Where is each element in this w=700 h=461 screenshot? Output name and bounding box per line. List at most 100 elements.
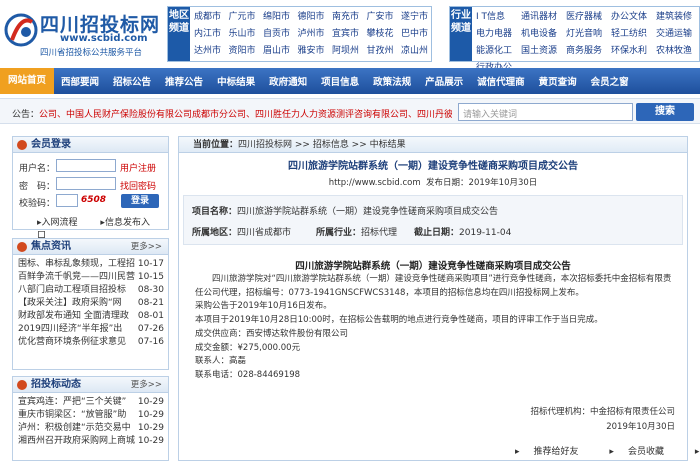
industry-link[interactable]: 环保水利: [611, 43, 656, 60]
list-item-date: 10-29: [137, 423, 164, 433]
notice-marquee[interactable]: 公告：公司、中国人民财产保险股份有限公司成都市分公司、四川胜任力人力资源测评咨询…: [12, 107, 452, 120]
industry-label: 所属行业：: [316, 228, 362, 238]
list-item-title: 泸州：积极创建“示范交易中: [18, 423, 131, 433]
join-label: 入网流程: [41, 218, 78, 228]
breadcrumb-label: 当前位置：: [193, 140, 239, 150]
close-link[interactable]: ▸关闭: [695, 447, 700, 457]
article-panel: 当前位置：四川招投标网 >> 招标信息 >> 中标结果 四川旅游学院站群系统（一…: [178, 136, 699, 461]
list-item[interactable]: 泸州：积极创建“示范交易中 10-29: [18, 422, 164, 435]
arrow-icon: ▸: [694, 447, 700, 457]
code-field[interactable]: [56, 194, 78, 207]
join-process-link[interactable]: ▸入网流程: [37, 218, 88, 228]
nav-item[interactable]: 会员之窗: [584, 74, 636, 88]
region-link[interactable]: 南充市: [332, 9, 367, 26]
region-link[interactable]: 广安市: [367, 9, 402, 26]
region-link[interactable]: 德阳市: [298, 9, 333, 26]
industry-link[interactable]: 能源化工: [476, 43, 521, 60]
list-item-title: 2019四川经济“半年报”出: [18, 324, 123, 334]
list-item-title: 百鲜争流千帆竞——四川民营: [18, 272, 136, 282]
list-item[interactable]: 百鲜争流千帆竞——四川民营 10-15: [18, 271, 164, 284]
region-link[interactable]: 广元市: [229, 9, 264, 26]
region-channel-label: 地区频道: [168, 7, 190, 61]
nav-item[interactable]: 项目信息: [314, 74, 366, 88]
login-button[interactable]: 登录: [121, 194, 159, 208]
username-field[interactable]: [56, 159, 116, 172]
industry-link[interactable]: 交通运输: [656, 26, 700, 43]
news-more-link[interactable]: 更多>>: [131, 239, 162, 255]
industry-link[interactable]: I T信息: [476, 9, 521, 26]
region-link[interactable]: 雅安市: [298, 43, 333, 60]
industry-link[interactable]: 机电设备: [521, 26, 566, 43]
industry-link[interactable]: 通讯器材: [521, 9, 566, 26]
industry-link[interactable]: 办公文体: [611, 9, 656, 26]
nav-item[interactable]: 中标结果: [210, 74, 262, 88]
notice-text: 公司、中国人民财产保险股份有限公司成都市分公司、四川胜任力人力资源测评咨询有限公…: [39, 110, 452, 120]
region-link[interactable]: 成都市: [194, 9, 229, 26]
article-source: http://www.scbid.com: [328, 178, 421, 188]
logo-subtitle: 四川省招投标公共服务平台: [40, 48, 143, 58]
nav-item[interactable]: 西部要闻: [54, 74, 106, 88]
list-item[interactable]: 2019四川经济“半年报”出 07-26: [18, 323, 164, 336]
list-item[interactable]: 财政部发布通知 全面清理政 08-01: [18, 310, 164, 323]
region-row: 所属地区：四川省成都市: [192, 225, 291, 238]
industry-link[interactable]: 建筑装修: [656, 9, 700, 26]
nav-item[interactable]: 诚信代理商: [470, 74, 532, 88]
nav-item[interactable]: 政府通知: [262, 74, 314, 88]
favorite-link[interactable]: ▸ 会员收藏: [609, 447, 678, 457]
project-name-label: 项目名称：: [192, 207, 238, 217]
industry-link[interactable]: 电力电器: [476, 26, 521, 43]
nav-item[interactable]: 推荐公告: [158, 74, 210, 88]
nav-item[interactable]: 政策法规: [366, 74, 418, 88]
industry-link[interactable]: 商务服务: [566, 43, 611, 60]
breadcrumb-path[interactable]: 四川招投标网 >> 招标信息 >> 中标结果: [238, 140, 406, 150]
region-link[interactable]: 泸州市: [298, 26, 333, 43]
region-link[interactable]: 资阳市: [229, 43, 264, 60]
nav-item[interactable]: 网站首页: [0, 68, 55, 94]
recommend-link[interactable]: ▸ 推荐给好友: [515, 447, 593, 457]
industry-link[interactable]: 国土资源: [521, 43, 566, 60]
region-link[interactable]: 达州市: [194, 43, 229, 60]
region-link[interactable]: 绵阳市: [263, 9, 298, 26]
region-link[interactable]: 巴中市: [401, 26, 436, 43]
region-link[interactable]: 内江市: [194, 26, 229, 43]
search-button[interactable]: 搜索: [636, 103, 694, 121]
forgot-password-link[interactable]: 找回密码: [120, 179, 156, 192]
list-item[interactable]: 围标、串标乱象频现，工程招 10-17: [18, 258, 164, 271]
list-item[interactable]: 八部门启动工程项目招投标 08-30: [18, 284, 164, 297]
nav-item[interactable]: 产品展示: [418, 74, 470, 88]
site-logo[interactable]: 四川招投标网 www.scbid.com 四川省招投标公共服务平台: [4, 6, 164, 58]
deadline-label: 截止日期：: [414, 228, 460, 238]
dyn-list: 宣宾鸡连：严把“三个关键” 10-29 重庆市铜梁区：“放管服”助 10-29 泸州：积…: [13, 393, 168, 448]
industry-link[interactable]: 轻工纺织: [611, 26, 656, 43]
region-link[interactable]: 乐山市: [229, 26, 264, 43]
region-link[interactable]: 阿坝州: [332, 43, 367, 60]
list-item[interactable]: 重庆市铜梁区：“放管服”助 10-29: [18, 409, 164, 422]
region-link[interactable]: 攀枝花: [367, 26, 402, 43]
industry-link[interactable]: 农林牧渔: [656, 43, 700, 60]
captcha-image[interactable]: 6508: [81, 195, 106, 205]
article-subtitle: 四川旅游学院站群系统（一期）建设竞争性磋商采购项目成交公告: [295, 261, 571, 272]
register-link[interactable]: 用户注册: [120, 161, 156, 174]
logo-icon: [4, 13, 38, 47]
region-link[interactable]: 宜宾市: [332, 26, 367, 43]
industry-channel-label: 行业频道: [450, 7, 472, 61]
arrow-icon: ▸: [515, 447, 520, 457]
industry-link[interactable]: 灯光音响: [566, 26, 611, 43]
region-link[interactable]: 遂宁市: [401, 9, 436, 26]
dyn-more-link[interactable]: 更多>>: [131, 377, 162, 393]
industry-link[interactable]: 医疗器械: [566, 9, 611, 26]
list-item[interactable]: 【政采关注】政府采购“网 08-21: [18, 297, 164, 310]
search-input[interactable]: 请输入关键词: [458, 103, 633, 121]
nav-item[interactable]: 黄页查询: [532, 74, 584, 88]
list-item-date: 10-29: [137, 397, 164, 407]
region-link[interactable]: 眉山市: [263, 43, 298, 60]
list-item[interactable]: 优化营商环境条例征求意见 07-16: [18, 336, 164, 349]
password-label: 密 码：: [19, 182, 56, 192]
password-field[interactable]: [56, 177, 116, 190]
region-link[interactable]: 甘孜州: [367, 43, 402, 60]
region-link[interactable]: 自贡市: [263, 26, 298, 43]
list-item[interactable]: 湘西州召开政府采购网上商城 10-29: [18, 435, 164, 448]
list-item[interactable]: 宣宾鸡连：严把“三个关键” 10-29: [18, 396, 164, 409]
nav-item[interactable]: 招标公告: [106, 74, 158, 88]
region-link[interactable]: 凉山州: [401, 43, 436, 60]
